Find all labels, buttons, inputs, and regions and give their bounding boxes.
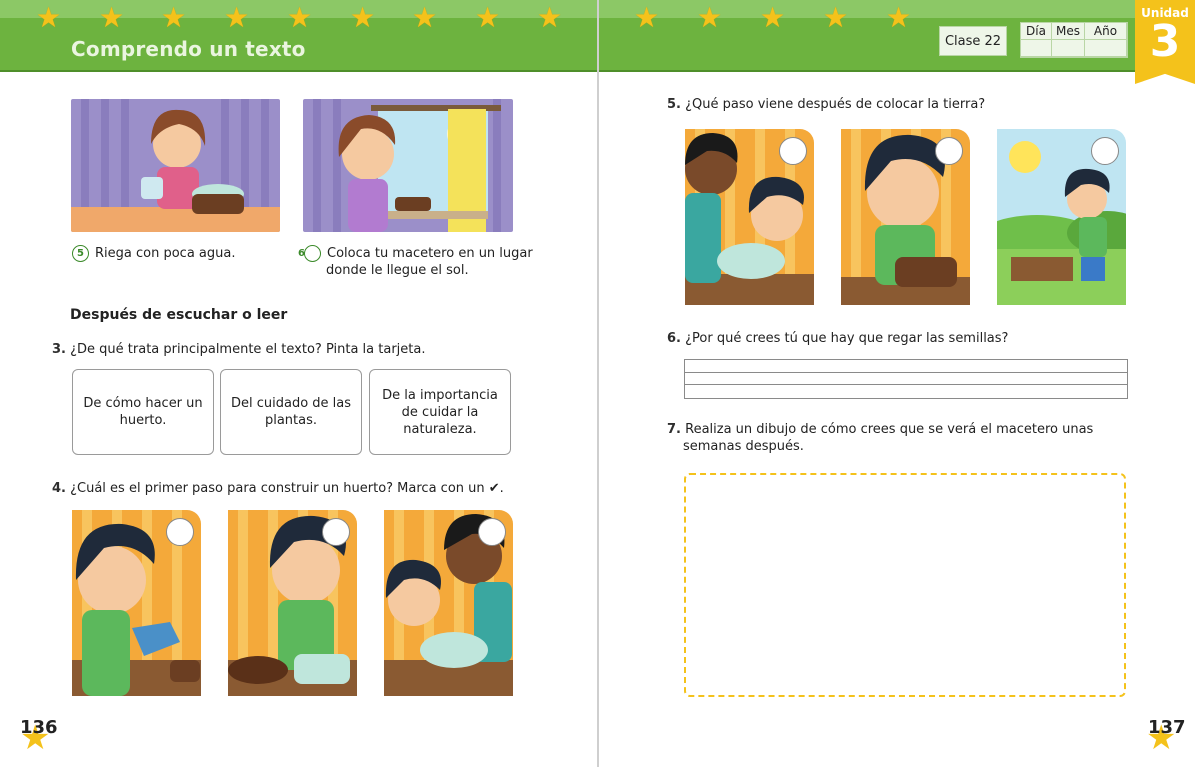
section-title: Después de escuchar o leer (70, 307, 288, 323)
option-illustration-watering (72, 510, 201, 696)
header-band: ★ ★ ★ ★ ★ ★ ★ ★ ★ Comprendo un texto (0, 0, 598, 72)
unit-ribbon: Unidad 3 (1135, 0, 1195, 84)
day-label: Día (1021, 23, 1052, 40)
question-6: 6. ¿Por qué crees tú que hay que regar l… (667, 330, 1008, 347)
step-number: 5 (72, 245, 89, 262)
option-illustration-soil (841, 129, 970, 305)
checkbox-circle[interactable] (478, 518, 506, 546)
question-number: 7. (667, 422, 681, 437)
page-number: 137 (1148, 717, 1186, 738)
question-text: ¿Qué paso viene después de colocar la ti… (685, 97, 986, 112)
option-illustration-cutting (384, 510, 513, 696)
step-number: 6 (298, 245, 321, 262)
answer-card-2[interactable]: Del cuidado de las plantas. (220, 369, 362, 455)
star-icon: ★ (823, 1, 849, 34)
question-number: 6. (667, 331, 681, 346)
star-icon: ★ (634, 1, 660, 34)
question-number: 3. (52, 342, 66, 357)
question-4: 4. ¿Cuál es el primer paso para construi… (52, 480, 504, 497)
drawing-area[interactable] (684, 473, 1126, 697)
step-5-caption: 5 Riega con poca agua. (72, 245, 282, 262)
date-grid: Día Mes Año (1020, 22, 1128, 58)
question-number: 5. (667, 97, 681, 112)
checkbox-circle[interactable] (1091, 137, 1119, 165)
left-page: ★ ★ ★ ★ ★ ★ ★ ★ ★ Comprendo un texto 5 R… (0, 0, 598, 767)
star-icon: ★ (475, 1, 501, 34)
option-illustration-garden (997, 129, 1126, 305)
star-icon: ★ (537, 1, 563, 34)
star-icon: ★ (412, 1, 438, 34)
step-6-caption: 6 Coloca tu macetero en un lugar donde le… (298, 245, 536, 279)
question-text: ¿De qué trata principalmente el texto? P… (70, 342, 426, 357)
step-text: Riega con poca agua. (95, 246, 236, 261)
checkbox-circle[interactable] (166, 518, 194, 546)
page-number: 136 (20, 717, 58, 738)
header-band: ★ ★ ★ ★ ★ Clase 22 Día Mes Año Unidad 3 (599, 0, 1195, 84)
question-text: ¿Por qué crees tú que hay que regar las … (685, 331, 1009, 346)
star-icon: ★ (99, 1, 125, 34)
answer-writing-lines[interactable] (684, 359, 1128, 399)
option-illustration-cutting (685, 129, 814, 305)
star-icon: ★ (224, 1, 250, 34)
option-illustration-soil (228, 510, 357, 696)
question-3: 3. ¿De qué trata principalmente el texto… (52, 341, 425, 358)
checkbox-circle[interactable] (322, 518, 350, 546)
unit-number: 3 (1149, 16, 1181, 67)
question-5: 5. ¿Qué paso viene después de colocar la… (667, 96, 985, 113)
star-icon: ★ (287, 1, 313, 34)
answer-card-1[interactable]: De cómo hacer un huerto. (72, 369, 214, 455)
star-icon: ★ (350, 1, 376, 34)
star-icon: ★ (886, 1, 912, 34)
question-number: 4. (52, 481, 66, 496)
year-label: Año (1085, 23, 1127, 40)
star-icon: ★ (161, 1, 187, 34)
checkbox-circle[interactable] (779, 137, 807, 165)
checkbox-circle[interactable] (935, 137, 963, 165)
page-title: Comprendo un texto (71, 37, 306, 61)
star-icon: ★ (36, 1, 62, 34)
month-label: Mes (1052, 23, 1085, 40)
year-field[interactable] (1085, 40, 1127, 57)
class-number-box: Clase 22 (939, 26, 1007, 56)
star-icon: ★ (697, 1, 723, 34)
illustration-watering (71, 99, 280, 232)
question-text: ¿Cuál es el primer paso para construir u… (70, 481, 504, 496)
day-field[interactable] (1021, 40, 1052, 57)
question-text: Realiza un dibujo de cómo crees que se v… (683, 422, 1094, 454)
illustration-sunlight (303, 99, 513, 232)
right-page: ★ ★ ★ ★ ★ Clase 22 Día Mes Año Unidad 3 … (599, 0, 1195, 767)
step-text: Coloca tu macetero en un lugar donde le … (326, 246, 533, 278)
answer-card-3[interactable]: De la importancia de cuidar la naturalez… (369, 369, 511, 455)
month-field[interactable] (1052, 40, 1085, 57)
star-icon: ★ (760, 1, 786, 34)
question-7: 7. Realiza un dibujo de cómo crees que s… (667, 421, 1103, 455)
